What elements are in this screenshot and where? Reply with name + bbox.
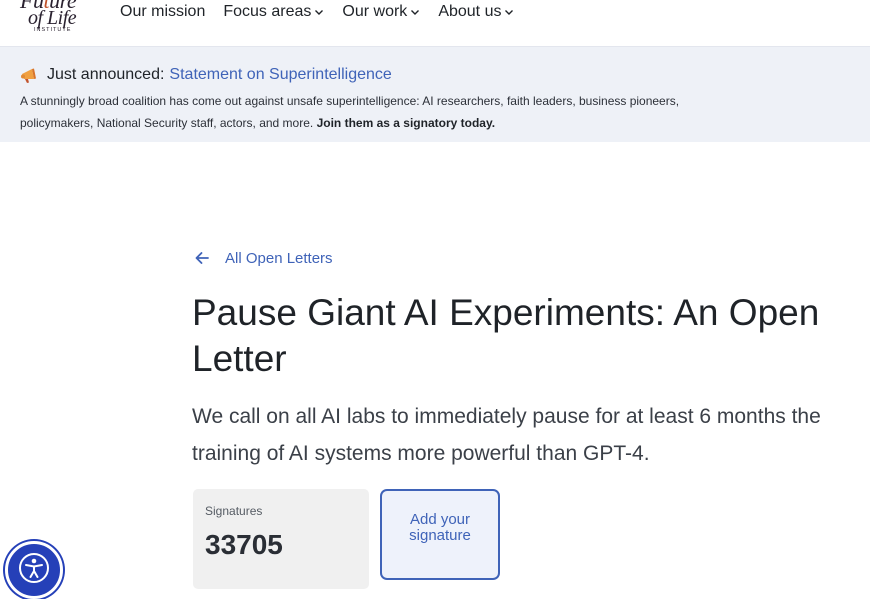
add-signature-button[interactable]: Add your signature: [380, 489, 500, 580]
back-to-open-letters-link[interactable]: All Open Letters: [193, 249, 333, 267]
site-logo[interactable]: Future of Life INSTITUTE: [18, 0, 88, 36]
banner-title: Just announced: Statement on Superintell…: [20, 65, 392, 85]
nav-item-about-us[interactable]: About us: [438, 3, 514, 21]
join-signatory-link[interactable]: Join them as a signatory today.: [317, 116, 496, 130]
accessibility-icon: [19, 553, 49, 583]
banner-lead: Just announced:: [47, 66, 165, 83]
chevron-down-icon: [505, 10, 514, 15]
accessibility-button[interactable]: [5, 541, 63, 599]
logo-line-3: INSTITUTE: [34, 27, 72, 33]
arrow-left-icon: [195, 252, 209, 264]
page-title: Pause Giant AI Experiments: An Open Lett…: [192, 292, 820, 379]
signatures-label: Signatures: [205, 504, 263, 518]
nav-item-label: Focus areas: [223, 3, 312, 20]
superintelligence-statement-link[interactable]: Statement on Superintelligence: [169, 65, 391, 85]
nav-item-focus-areas[interactable]: Focus areas: [223, 3, 324, 21]
main-nav: Our mission Focus areas Our work About u…: [120, 0, 532, 24]
nav-item-label: Our mission: [120, 3, 206, 20]
banner-body: A stunningly broad coalition has come ou…: [20, 90, 740, 134]
nav-item-label: About us: [438, 3, 502, 20]
nav-item-our-work[interactable]: Our work: [342, 3, 420, 21]
chevron-down-icon: [411, 10, 420, 15]
signatures-counter: Signatures 33705: [193, 489, 369, 589]
nav-item-our-mission[interactable]: Our mission: [120, 3, 205, 21]
megaphone-icon: [21, 68, 36, 83]
signatures-count: 33705: [205, 529, 283, 560]
back-link-label: All Open Letters: [225, 249, 333, 267]
page-subtitle: We call on all AI labs to immediately pa…: [192, 405, 821, 465]
site-header: Future of Life INSTITUTE Our mission Foc…: [0, 0, 870, 46]
announcement-banner: Just announced: Statement on Superintell…: [0, 46, 870, 142]
add-signature-label: Add your signature: [409, 510, 471, 544]
logo-line-2: of Life: [28, 7, 77, 29]
chevron-down-icon: [315, 10, 324, 15]
nav-item-label: Our work: [342, 3, 408, 20]
